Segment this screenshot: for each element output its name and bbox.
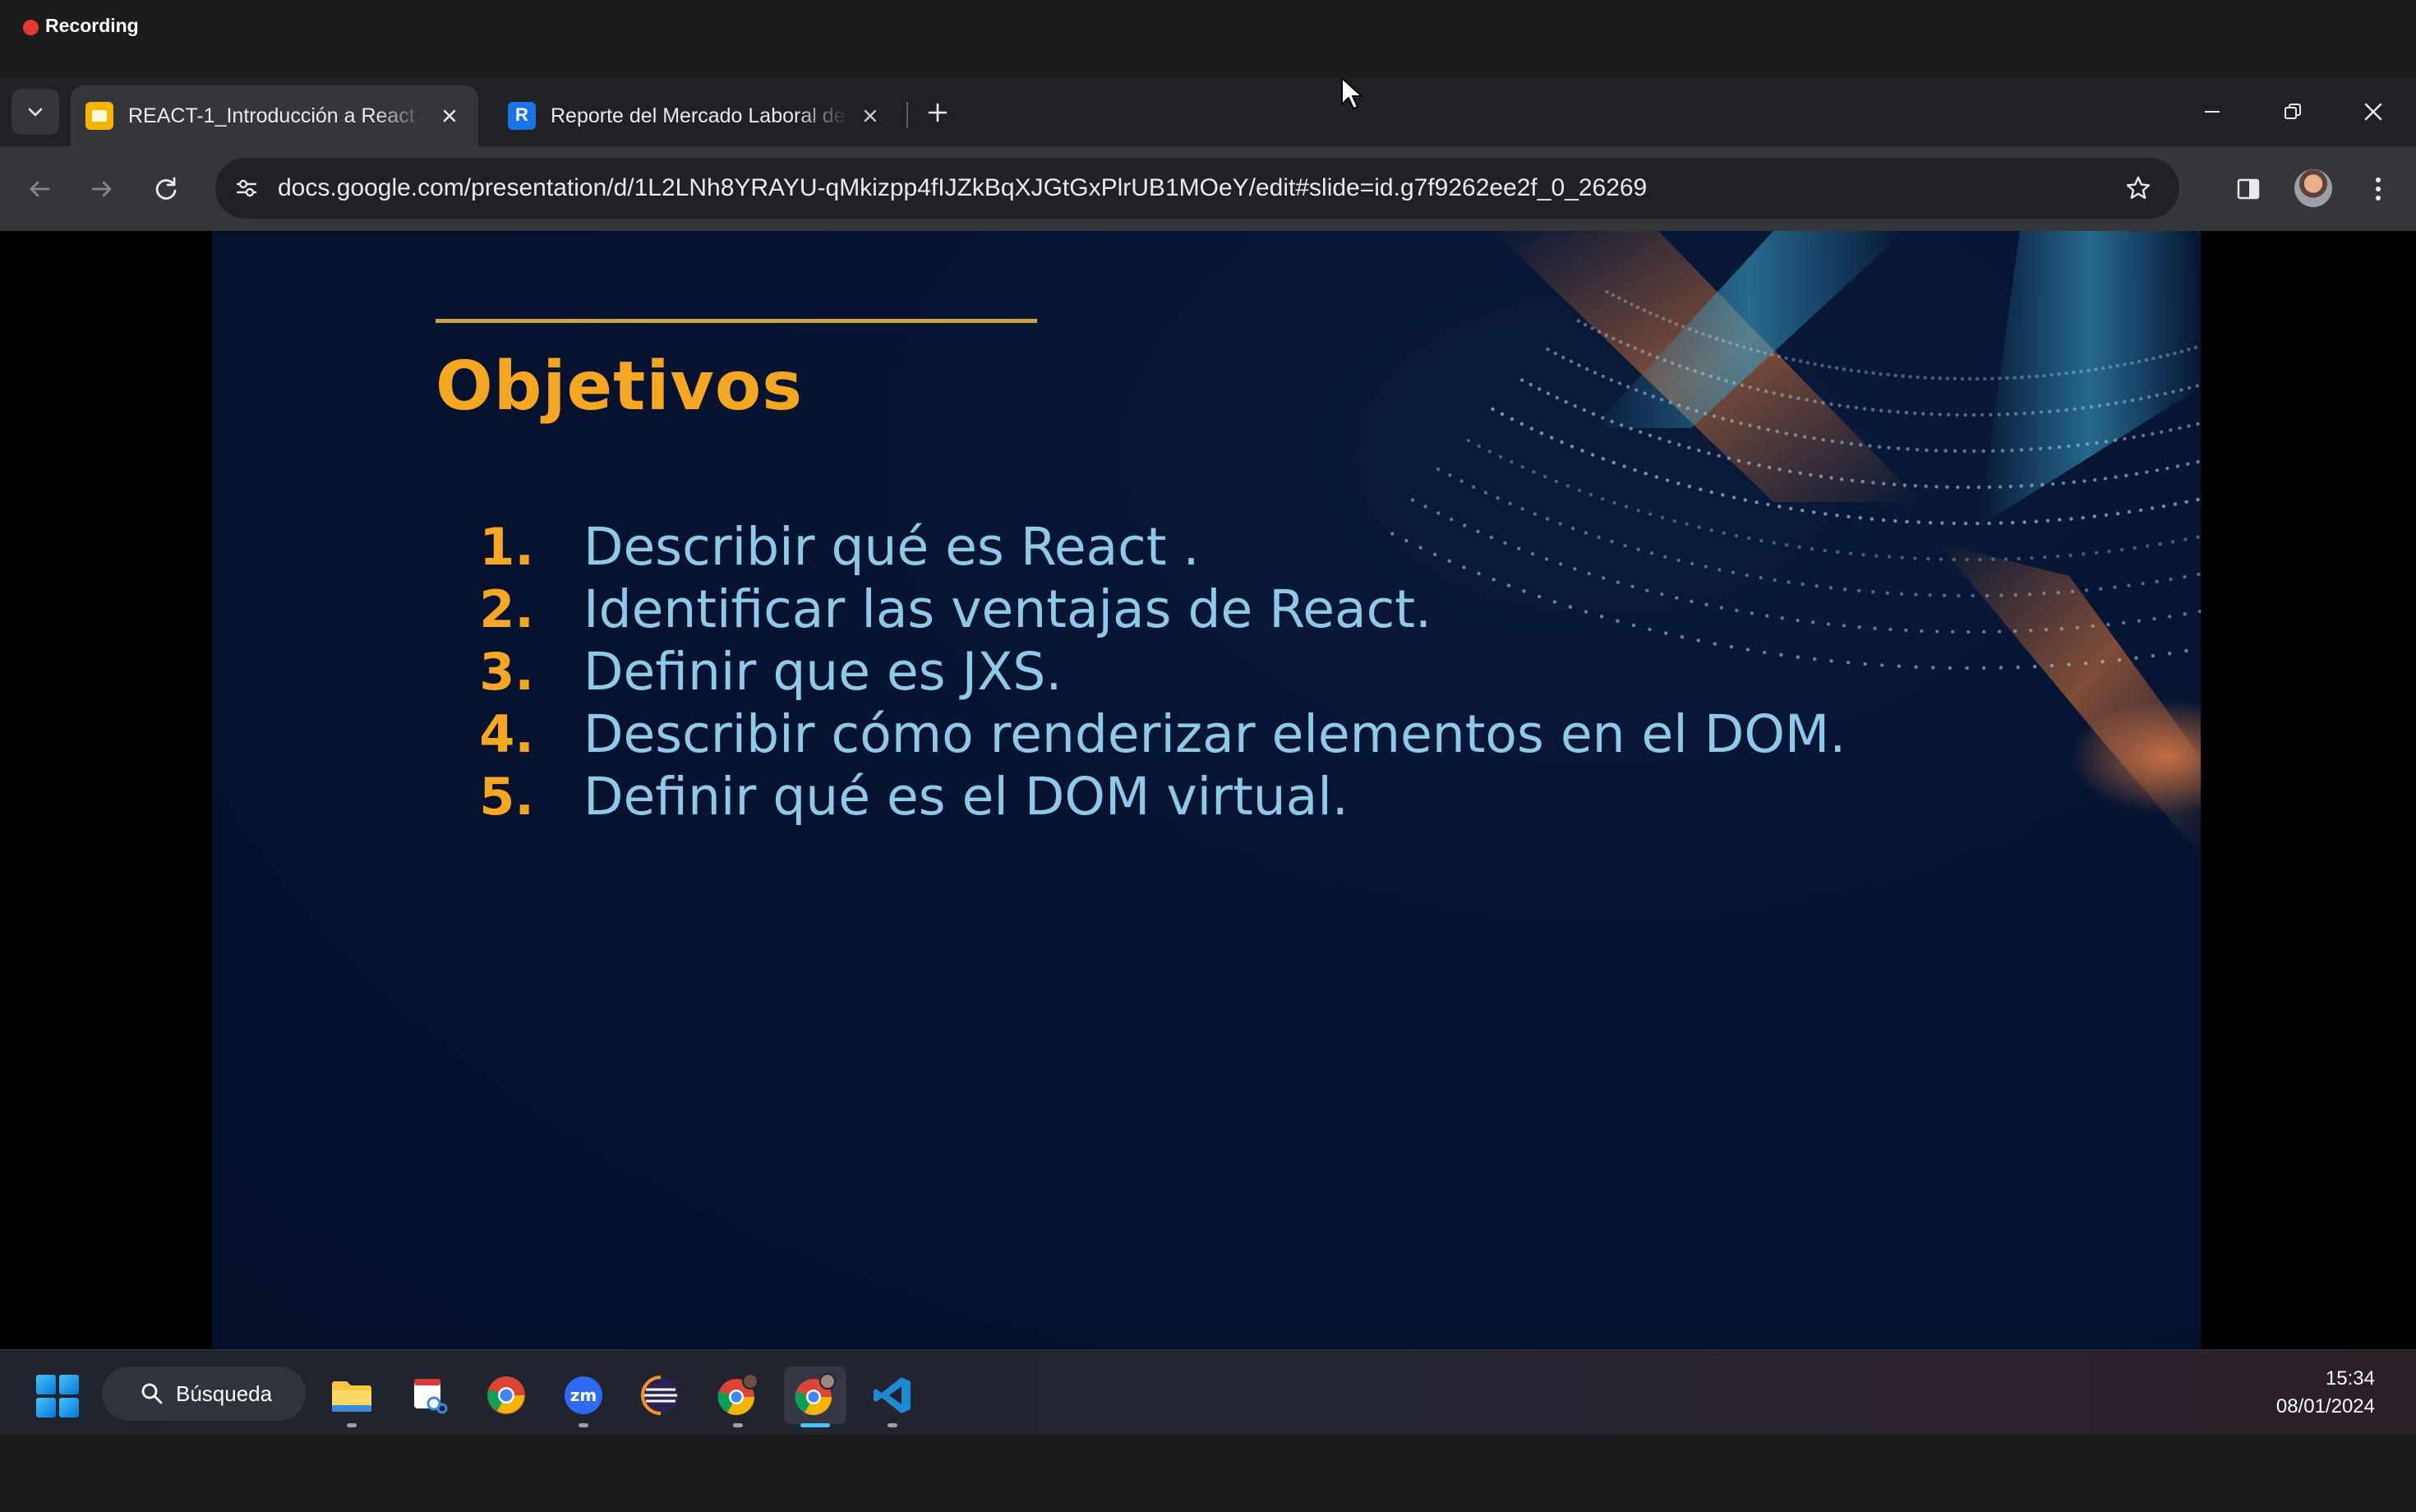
objective-number: 2. [479, 579, 534, 639]
taskbar-app-eclipse[interactable] [629, 1367, 692, 1424]
windows-start-button[interactable] [36, 1375, 79, 1418]
close-icon [864, 109, 877, 122]
tab-react-slides[interactable]: REACT-1_Introducción a React - Presentac… [71, 85, 478, 146]
tab-strip: REACT-1_Introducción a React - Presentac… [0, 77, 2416, 146]
taskbar-app-snipping-tool[interactable] [398, 1367, 460, 1424]
objective-text: Definir que es JXS. [583, 642, 1063, 702]
objective-item: 1. Describir qué es React . [427, 517, 1846, 579]
taskbar-app-chrome-profile[interactable] [707, 1367, 769, 1427]
objective-number: 4. [479, 704, 534, 764]
address-bar[interactable]: docs.google.com/presentation/d/1L2LNh8YR… [215, 158, 2179, 219]
close-tab-button[interactable] [856, 102, 884, 130]
browser-toolbar: docs.google.com/presentation/d/1L2LNh8YR… [0, 146, 2416, 231]
bookmark-button[interactable] [2117, 167, 2160, 210]
chrome-profile-active-icon [795, 1373, 836, 1415]
close-icon [2364, 103, 2382, 121]
tab-search-button[interactable] [12, 89, 59, 135]
minimize-button[interactable] [2179, 89, 2245, 135]
objective-text: Identificar las ventajas de React. [583, 579, 1432, 639]
close-icon [443, 109, 456, 122]
clock-time: 15:34 [2325, 1367, 2375, 1390]
tune-icon [236, 179, 257, 197]
r-app-icon [508, 102, 536, 130]
objectives-list: 1. Describir qué es React . 2. Identific… [427, 517, 1846, 829]
url-text[interactable]: docs.google.com/presentation/d/1L2LNh8YR… [278, 174, 1647, 202]
reload-button[interactable] [141, 164, 191, 214]
svg-text:zm: zm [570, 1385, 597, 1405]
chrome-icon [487, 1376, 525, 1414]
close-tab-button[interactable] [436, 102, 463, 130]
file-explorer-icon [332, 1381, 371, 1412]
restore-icon [2285, 104, 2301, 119]
recording-label: Recording [45, 15, 139, 36]
tab-separator [906, 102, 908, 128]
taskbar-app-chrome[interactable] [475, 1367, 537, 1424]
forward-button[interactable] [77, 164, 127, 214]
taskbar-app-vscode[interactable] [861, 1367, 924, 1427]
arrow-right-icon [91, 181, 112, 197]
objective-item: 5. Definir qué es el DOM virtual. [427, 767, 1846, 829]
search-label: Búsqueda [176, 1381, 273, 1406]
star-icon [2126, 176, 2151, 199]
taskbar-app-zoom[interactable]: zm [552, 1367, 615, 1427]
arrow-left-icon [30, 181, 50, 197]
menu-button[interactable] [2354, 164, 2403, 214]
vscode-icon [874, 1377, 911, 1413]
zoom-icon: zm [565, 1376, 602, 1414]
tab-mercado-laboral[interactable]: Reporte del Mercado Laboral de Tecnologí… [493, 85, 899, 146]
chrome-profile-icon [717, 1373, 758, 1415]
recording-bar: Recording [0, 0, 2416, 77]
objective-text: Definir qué es el DOM virtual. [583, 767, 1349, 827]
more-vertical-icon [2376, 177, 2381, 201]
recording-dot-icon [23, 20, 39, 35]
snipping-tool-icon [414, 1379, 448, 1414]
search-icon [141, 1383, 163, 1404]
objective-number: 3. [479, 642, 534, 702]
objective-number: 5. [479, 767, 534, 827]
objective-text: Describir qué es React . [583, 517, 1200, 577]
title-underline [436, 319, 1037, 323]
reload-icon [155, 177, 177, 200]
google-slides-icon [85, 102, 113, 130]
taskbar-search[interactable]: Búsqueda [102, 1367, 306, 1421]
tab-title: Reporte del Mercado Laboral de Tecnologí… [551, 104, 848, 127]
chevron-down-icon [28, 108, 43, 117]
restore-button[interactable] [2260, 89, 2326, 135]
windows-taskbar: Búsqueda zm 15:34 08/01/2024 [0, 1349, 2416, 1436]
site-info-button[interactable] [225, 167, 268, 210]
objective-text: Describir cómo renderizar elementos en e… [583, 704, 1847, 764]
objective-number: 1. [479, 517, 534, 577]
new-tab-button[interactable] [919, 94, 957, 131]
tab-title: REACT-1_Introducción a React - Presentac… [128, 104, 427, 127]
back-button[interactable] [15, 164, 64, 214]
mouse-cursor-icon [1341, 77, 1362, 109]
slide-title: Objetivos [436, 348, 804, 426]
windows-logo-icon [36, 1375, 56, 1394]
close-window-button[interactable] [2340, 89, 2406, 135]
page-content: Objetivos 1. Describir qué es React . 2.… [0, 77, 2416, 1349]
presentation-slide: Objetivos 1. Describir qué es React . 2.… [212, 231, 2201, 1349]
plus-icon [928, 103, 947, 122]
side-panel-icon [2237, 178, 2260, 200]
minimize-icon [2205, 111, 2220, 113]
objective-item: 2. Identificar las ventajas de React. [427, 579, 1846, 642]
profile-avatar[interactable] [2294, 169, 2332, 207]
objective-item: 3. Definir que es JXS. [427, 642, 1846, 704]
eclipse-icon [641, 1376, 679, 1415]
taskbar-app-chrome-active[interactable] [784, 1367, 846, 1427]
system-clock[interactable]: 15:34 08/01/2024 [2276, 1365, 2375, 1421]
bottom-black-bar [0, 1435, 2416, 1512]
clock-date: 08/01/2024 [2275, 1395, 2375, 1418]
taskbar-app-file-explorer[interactable] [320, 1367, 383, 1427]
objective-item: 4. Describir cómo renderizar elementos e… [427, 704, 1846, 767]
side-panel-button[interactable] [2224, 164, 2273, 214]
